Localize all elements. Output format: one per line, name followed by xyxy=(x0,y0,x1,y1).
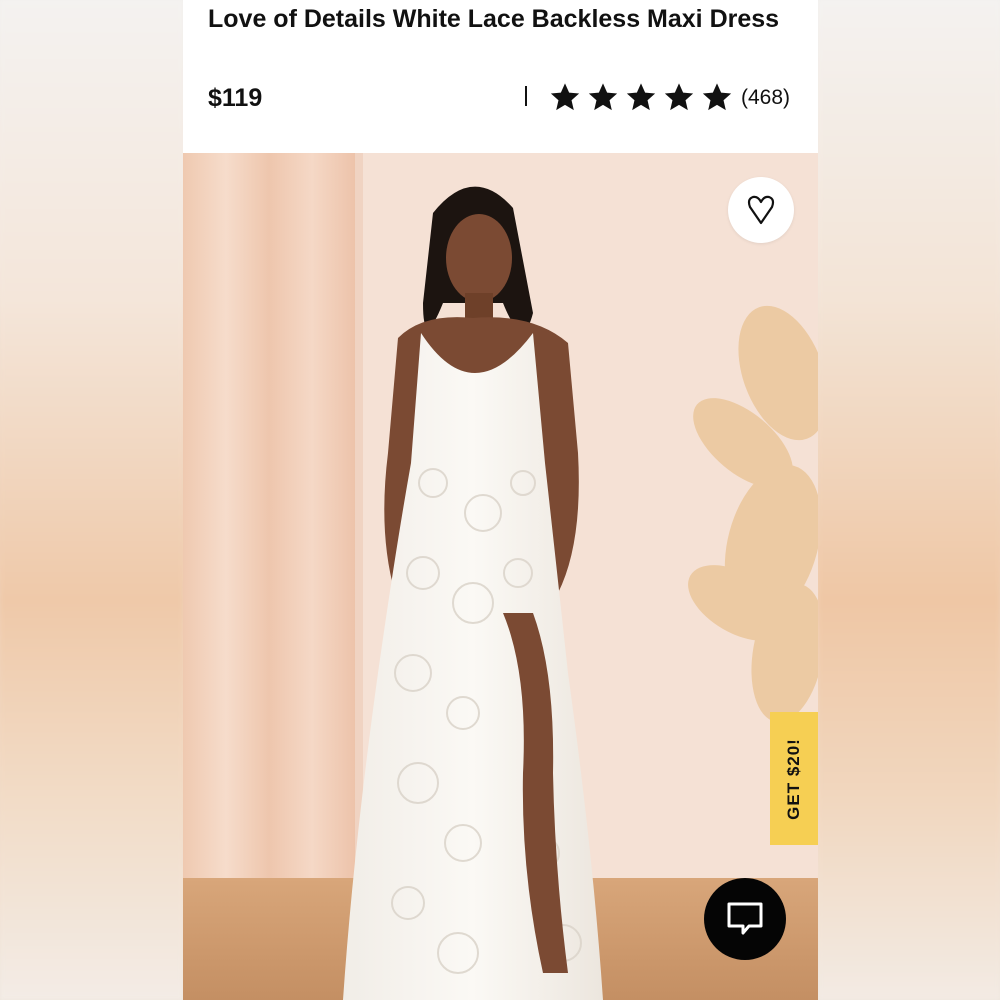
favorite-button[interactable] xyxy=(728,177,794,243)
product-price: $119 xyxy=(208,84,263,112)
chat-button[interactable] xyxy=(704,878,786,960)
header-divider xyxy=(525,86,527,106)
product-photo-scene xyxy=(183,153,818,1000)
star-icon xyxy=(626,83,656,111)
star-icon xyxy=(702,83,732,111)
background-blur-left xyxy=(0,0,183,1000)
background-blur-right xyxy=(818,0,1000,1000)
product-image[interactable]: GET $20! xyxy=(183,153,818,1000)
product-header: Love of Details White Lace Backless Maxi… xyxy=(183,0,818,153)
review-count[interactable]: (468) xyxy=(741,86,790,110)
product-panel: Love of Details White Lace Backless Maxi… xyxy=(183,0,818,1000)
product-title: Love of Details White Lace Backless Maxi… xyxy=(208,5,780,33)
star-icon xyxy=(588,83,618,111)
heart-outline-icon xyxy=(747,195,775,225)
promo-label: GET $20! xyxy=(784,737,804,820)
get-discount-tab[interactable]: GET $20! xyxy=(770,712,818,845)
rating-stars[interactable] xyxy=(549,81,733,113)
star-icon xyxy=(664,83,694,111)
chat-bubble-icon xyxy=(727,902,763,935)
star-icon xyxy=(550,83,580,111)
